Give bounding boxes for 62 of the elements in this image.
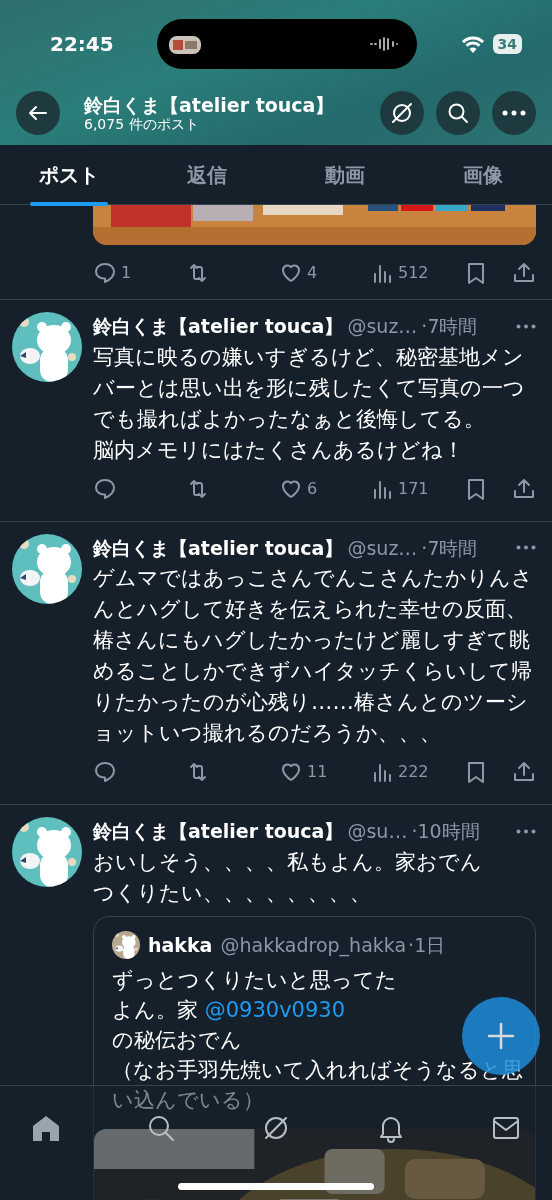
search-icon — [446, 101, 470, 125]
post-text: つくりたい、、、、、、、、 — [93, 878, 371, 907]
post-text: 脳内メモリにはたくさんあるけどね！ — [93, 435, 464, 464]
plus-icon — [486, 1021, 516, 1051]
more-icon[interactable] — [516, 828, 536, 834]
search-button[interactable] — [436, 91, 480, 135]
heart-icon[interactable] — [279, 261, 303, 285]
profile-name: 鈴白くま【atelier touca】 — [84, 94, 336, 116]
action-count: 11 — [307, 761, 328, 783]
slashed-circle-icon — [389, 100, 415, 126]
post-text: 写真に映るの嫌いすぎるけど、秘密基地メンバーとは思い出を形に残したくて写真の一つでも撮ればよかったなぁと後悔してる。 — [93, 342, 526, 433]
action-count: 222 — [398, 761, 429, 783]
author-handle: @hakkadrop_hakka — [220, 932, 407, 959]
post-time: ·1日 — [408, 932, 446, 958]
clock: 22:45 — [50, 31, 114, 58]
author-name: hakka — [148, 932, 213, 958]
tab[interactable]: 画像 — [414, 145, 552, 205]
wifi-icon — [460, 35, 485, 53]
post-count: 6,075 件のポスト — [84, 116, 200, 132]
heart-icon[interactable] — [279, 760, 303, 784]
more-button[interactable] — [492, 91, 536, 135]
post-text: おいしそう、、、、私もよん。家おでん — [93, 847, 482, 876]
author-handle: @suz… — [347, 314, 418, 339]
post-text: ずっとつくりたいと思ってた — [112, 967, 397, 994]
reply-icon[interactable] — [93, 476, 117, 501]
reply-icon[interactable] — [93, 261, 117, 285]
back-button[interactable] — [16, 91, 60, 135]
tab[interactable]: ポスト — [0, 145, 138, 205]
tab[interactable]: 返信 — [138, 145, 276, 205]
views-icon[interactable] — [372, 262, 394, 284]
reply-icon[interactable] — [93, 760, 117, 784]
bookmark-icon[interactable] — [465, 261, 487, 285]
author-name: 鈴白くま【atelier touca】 — [93, 819, 344, 844]
post-text: よん。家 @0930v0930 — [112, 997, 345, 1024]
action-count: 4 — [307, 262, 318, 284]
more-icon[interactable] — [516, 323, 536, 329]
bookmark-icon[interactable] — [465, 476, 487, 501]
post-time: ·7時間 — [421, 535, 478, 561]
more-icon — [502, 110, 526, 116]
author-name: 鈴白くま【atelier touca】 — [93, 535, 344, 561]
post-text: ゲムマではあっこさんでんこさんたかりんさんとハグして好きを伝えられた幸せの反面、椿さんにもハグしたかったけど麗しすぎて眺めることしかできずハイタッチくらいして帰りたかったのが心残り……椿さんとのツーショットいつ撮れるのだろうか、、、 — [93, 564, 534, 747]
author-handle: @suz… — [347, 535, 418, 561]
views-icon[interactable] — [372, 761, 394, 783]
post-time: ·10時間 — [411, 819, 480, 844]
grok-button[interactable] — [380, 91, 424, 135]
author-name: 鈴白くま【atelier touca】 — [93, 314, 344, 339]
battery-level: 34 — [492, 34, 522, 54]
share-icon[interactable] — [512, 476, 536, 501]
author-handle: @su… — [347, 819, 408, 844]
share-icon[interactable] — [512, 261, 536, 285]
post-time: ·7時間 — [421, 314, 478, 339]
action-count: 1 — [121, 262, 132, 284]
mention-link[interactable]: @0930v0930 — [204, 998, 345, 1022]
bookmark-icon[interactable] — [465, 760, 487, 784]
action-count: 512 — [398, 262, 429, 284]
post-text: の秘伝おでん — [112, 1027, 242, 1054]
action-count: 171 — [398, 477, 429, 500]
tab[interactable]: 動画 — [276, 145, 414, 205]
more-icon[interactable] — [516, 545, 536, 551]
action-count: 6 — [307, 477, 318, 500]
share-icon[interactable] — [512, 760, 536, 784]
waveform-icon — [369, 36, 400, 52]
